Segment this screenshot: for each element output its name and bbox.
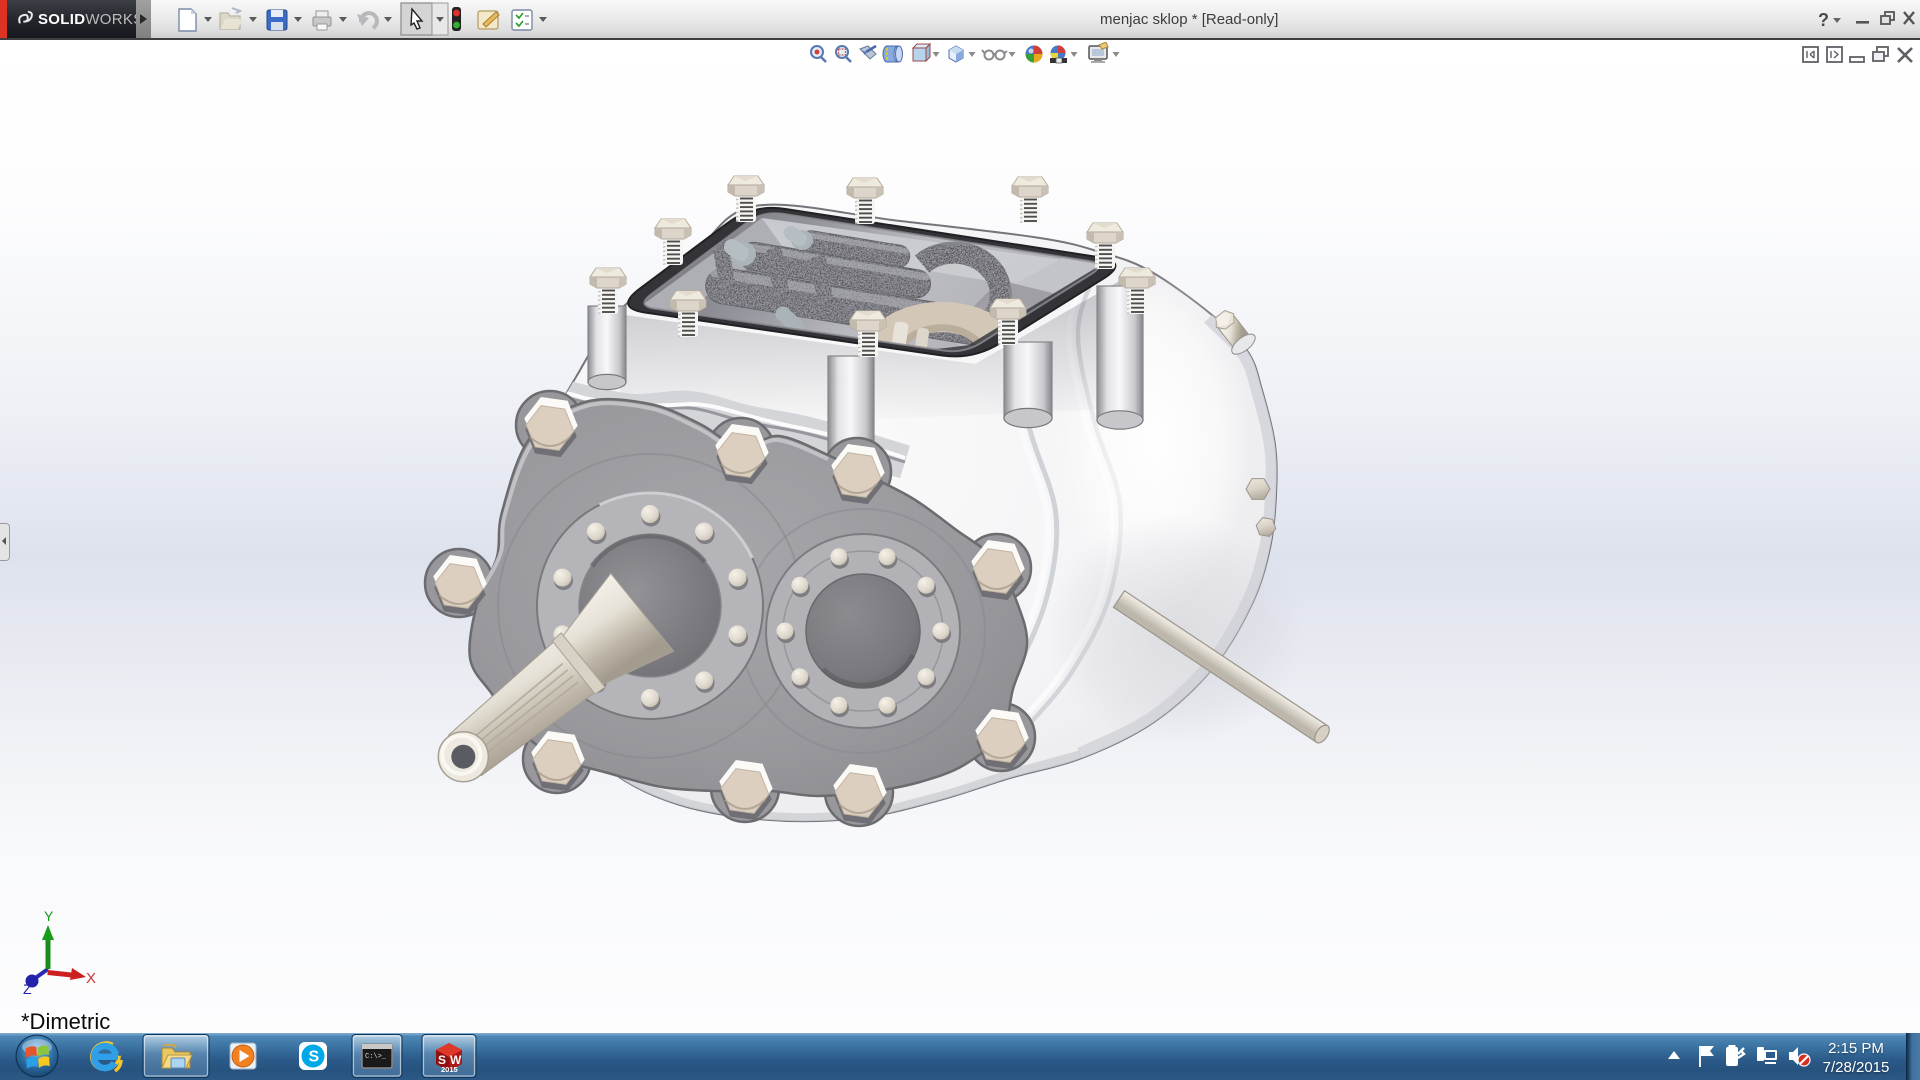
svg-text:Y: Y	[44, 908, 54, 924]
svg-text:?: ?	[1818, 10, 1829, 30]
svg-text:X: X	[86, 970, 96, 987]
svg-text:S: S	[309, 1049, 320, 1066]
svg-text:Z: Z	[23, 981, 32, 997]
svg-text:C:\>_: C:\>_	[365, 1053, 387, 1061]
svg-text:2015: 2015	[441, 1065, 458, 1074]
